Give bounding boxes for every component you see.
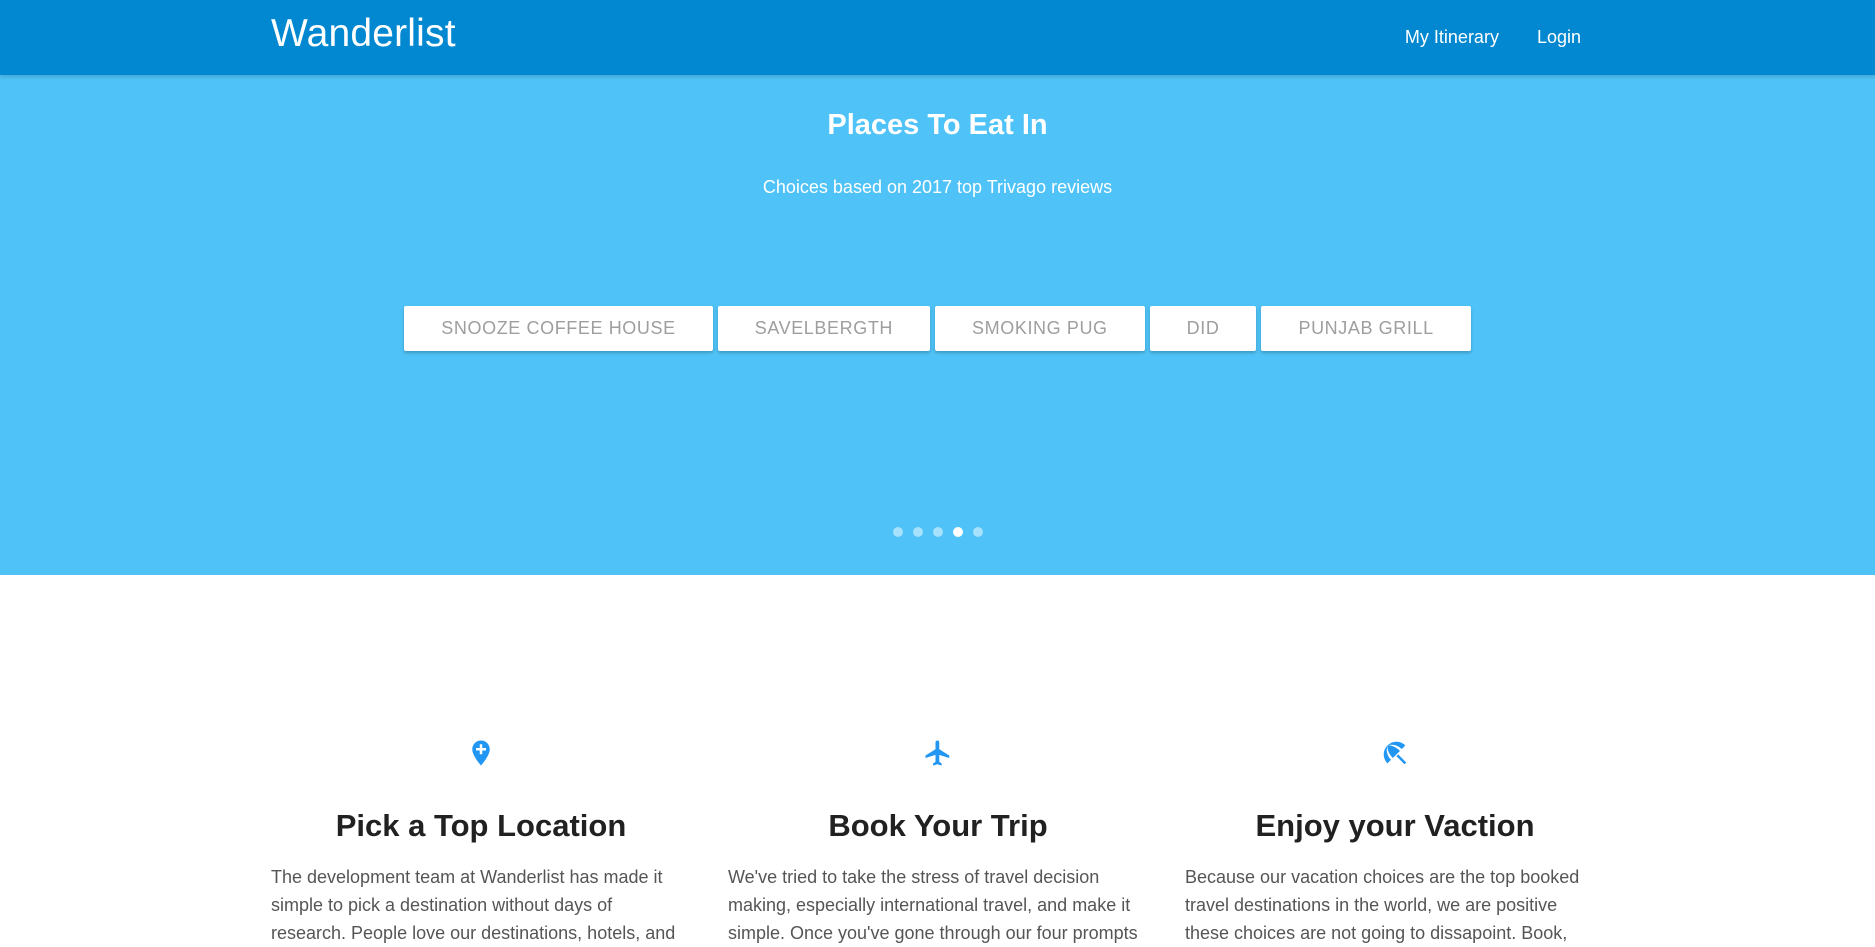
beach-umbrella-icon	[1185, 738, 1605, 768]
restaurant-button-snooze-coffee-house[interactable]: SNOOZE COFFEE HOUSE	[404, 306, 713, 351]
carousel-slide-subtitle: Choices based on 2017 top Trivago review…	[762, 177, 1113, 197]
nav-link-my-itinerary[interactable]: My Itinerary	[1405, 27, 1499, 48]
restaurant-button-smoking-pug[interactable]: SMOKING PUG	[935, 306, 1145, 351]
feature-pick-location: Pick a Top Location The development team…	[271, 575, 691, 943]
restaurant-button-did[interactable]: DID	[1149, 306, 1257, 351]
feature-description: Because our vacation choices are the top…	[1185, 867, 1580, 943]
hero-carousel: Places To Eat In Choices based on 2017 t…	[0, 75, 1875, 575]
carousel-indicator-dot[interactable]	[972, 527, 983, 537]
restaurant-button-savelbergth[interactable]: SAVELBERGTH	[717, 306, 931, 351]
features-section: Pick a Top Location The development team…	[271, 575, 1605, 943]
carousel-indicator-dot[interactable]	[952, 527, 963, 537]
feature-title: Pick a Top Location	[335, 808, 627, 843]
brand-logo[interactable]: Wanderlist	[271, 12, 456, 56]
feature-description: We've tried to take the stress of travel…	[728, 867, 1138, 943]
feature-enjoy-vacation: Enjoy your Vaction Because our vacation …	[1185, 575, 1605, 943]
restaurant-buttons: SNOOZE COFFEE HOUSE SAVELBERGTH SMOKING …	[0, 306, 1875, 351]
nav-link-login[interactable]: Login	[1537, 27, 1581, 48]
airplane-icon	[728, 738, 1148, 768]
top-navbar: Wanderlist My Itinerary Login	[0, 0, 1875, 75]
carousel-indicator-dot[interactable]	[912, 527, 923, 537]
nav-links: My Itinerary Login	[1405, 0, 1581, 75]
add-location-icon	[271, 738, 691, 768]
carousel-indicators	[0, 527, 1875, 537]
feature-book-trip: Book Your Trip We've tried to take the s…	[728, 575, 1148, 943]
feature-description: The development team at Wanderlist has m…	[271, 867, 676, 943]
feature-title: Enjoy your Vaction	[1255, 808, 1535, 843]
carousel-indicator-dot[interactable]	[932, 527, 943, 537]
restaurant-button-punjab-grill[interactable]: PUNJAB GRILL	[1261, 306, 1471, 351]
feature-title: Book Your Trip	[828, 808, 1048, 843]
carousel-indicator-dot[interactable]	[892, 527, 903, 537]
carousel-slide-title: Places To Eat In	[827, 109, 1048, 141]
